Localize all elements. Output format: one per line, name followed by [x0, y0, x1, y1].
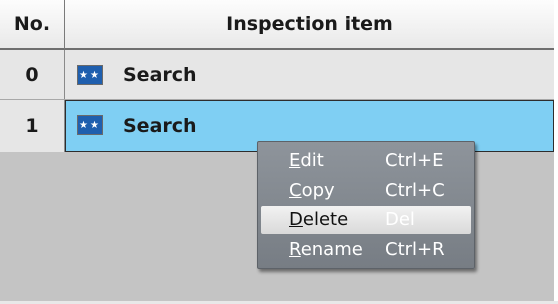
menu-item-copy[interactable]: Copy Ctrl+C [261, 177, 471, 205]
inspection-item-label: Search [123, 115, 197, 137]
context-menu: Edit Ctrl+E Copy Ctrl+C Delete Del Renam… [257, 141, 475, 269]
menu-item-label: Delete [289, 209, 349, 230]
column-header-item-label: Inspection item [226, 13, 393, 35]
menu-item-rename[interactable]: Rename Ctrl+R [261, 236, 471, 264]
menu-item-label: Rename [289, 239, 363, 260]
menu-item-shortcut: Del [385, 209, 415, 230]
menu-item-delete[interactable]: Delete Del [261, 206, 471, 234]
row-number: 1 [0, 100, 65, 152]
inspection-flow-window: No. Inspection item 0 ★★ Search 1 ★★ Sea… [0, 0, 558, 304]
processing-unit-icon: ★★ [77, 65, 103, 85]
row-number-text: 1 [25, 115, 39, 137]
row-number-text: 0 [25, 63, 39, 86]
menu-item-shortcut: Ctrl+C [385, 180, 445, 201]
menu-item-label: Copy [289, 180, 335, 201]
column-header-inspection-item[interactable]: Inspection item [65, 0, 554, 50]
row-number: 0 [0, 50, 65, 99]
column-header-no[interactable]: No. [0, 0, 65, 50]
inspection-item-label: Search [123, 63, 197, 86]
column-header-no-label: No. [13, 13, 51, 35]
menu-item-shortcut: Ctrl+E [385, 150, 444, 171]
menu-item-shortcut: Ctrl+R [385, 239, 445, 260]
table-row[interactable]: 0 ★★ Search [0, 50, 554, 100]
window-edge [554, 0, 558, 304]
menu-item-edit[interactable]: Edit Ctrl+E [261, 147, 471, 175]
processing-unit-icon: ★★ [77, 115, 103, 135]
inspection-item-cell[interactable]: ★★ Search [65, 50, 554, 99]
menu-item-label: Edit [289, 150, 324, 171]
